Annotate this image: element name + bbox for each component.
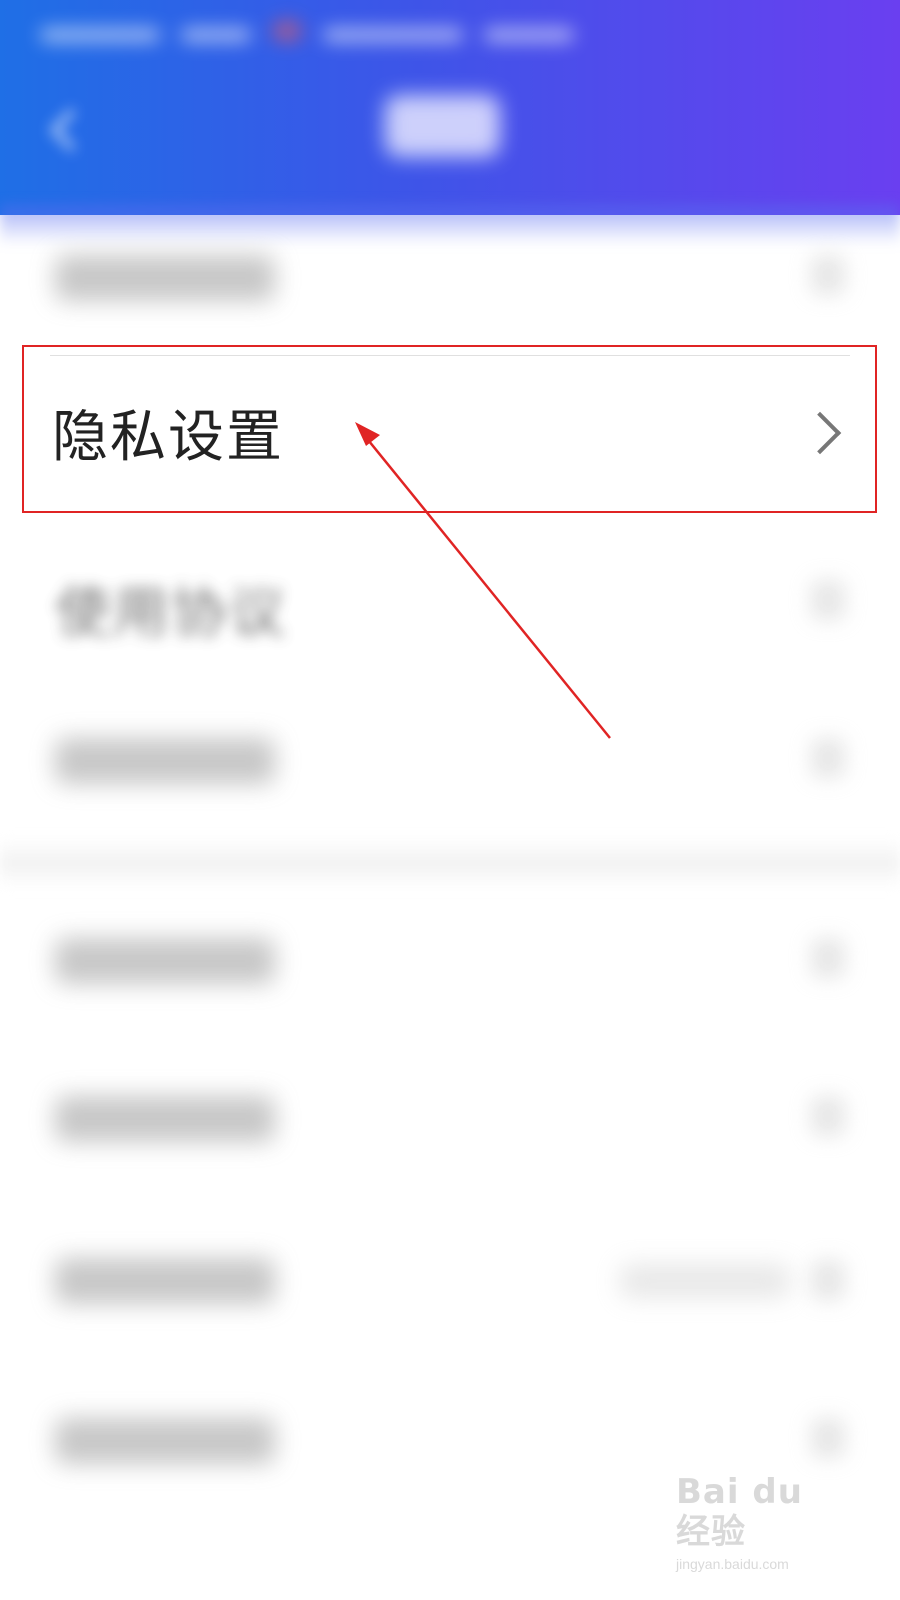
- settings-row[interactable]: [0, 1040, 900, 1200]
- page-title: [385, 95, 500, 157]
- watermark: Bai du 经验 jingyan.baidu.com: [676, 1472, 846, 1572]
- settings-row-value: [620, 1264, 790, 1298]
- status-bar-text: [323, 28, 464, 42]
- annotation-highlight-box: [22, 345, 877, 513]
- settings-row[interactable]: [0, 680, 900, 840]
- status-bar-text: [40, 28, 160, 42]
- chevron-right-icon: [811, 255, 845, 295]
- settings-row[interactable]: [0, 195, 900, 355]
- settings-row[interactable]: [0, 1200, 900, 1360]
- chevron-right-icon: [811, 1260, 845, 1300]
- chevron-right-icon: [811, 1418, 845, 1458]
- chevron-right-icon: [811, 1096, 845, 1136]
- status-dot-icon: [272, 20, 303, 42]
- watermark-url: jingyan.baidu.com: [676, 1556, 789, 1572]
- settings-row-label: [55, 1418, 275, 1464]
- back-arrow-icon[interactable]: [40, 105, 90, 155]
- settings-row-label: [55, 1096, 275, 1142]
- status-bar-text: [484, 28, 575, 42]
- status-bar-text: [181, 28, 252, 42]
- watermark-logo: Bai du 经验: [676, 1472, 803, 1552]
- settings-row-label: [55, 938, 275, 984]
- app-header: [0, 0, 900, 215]
- chevron-right-icon: [811, 738, 845, 778]
- settings-row-label: [55, 1258, 275, 1304]
- settings-row-label: [55, 255, 275, 301]
- status-bar: [40, 20, 860, 44]
- chevron-right-icon: [811, 938, 845, 978]
- chevron-right-icon: [811, 580, 845, 620]
- settings-row-label: [55, 738, 275, 784]
- settings-row-usage-label: 使用协议: [55, 581, 287, 646]
- settings-row[interactable]: [0, 880, 900, 1040]
